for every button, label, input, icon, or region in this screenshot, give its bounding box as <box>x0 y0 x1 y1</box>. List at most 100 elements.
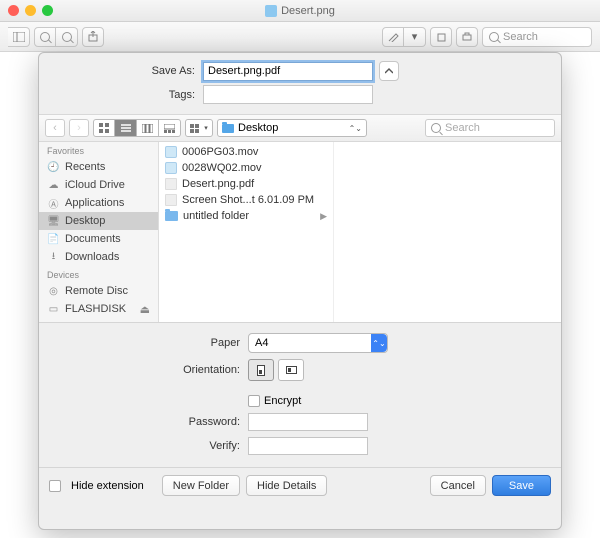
sidebar-section-devices: Devices <box>39 266 158 282</box>
sidebar-section-favorites: Favorites <box>39 142 158 158</box>
sheet-footer: Hide extension New Folder Hide Details C… <box>39 467 561 503</box>
back-button[interactable]: ‹ <box>45 119 65 137</box>
file-row[interactable]: untitled folder ▶ <box>159 208 333 224</box>
disc-icon: ◎ <box>47 286 60 297</box>
verify-input[interactable] <box>248 437 368 455</box>
cancel-button[interactable]: Cancel <box>430 475 486 496</box>
save-as-label: Save As: <box>53 65 203 77</box>
zoom-out-button[interactable] <box>34 27 56 47</box>
hide-details-button[interactable]: Hide Details <box>246 475 327 496</box>
orientation-label: Orientation: <box>53 364 248 376</box>
sidebar-item-flashdisk[interactable]: ▭ FLASHDISK ⏏ <box>39 300 158 318</box>
tags-input[interactable] <box>203 85 373 104</box>
downloads-icon: ⭳ <box>47 252 60 263</box>
password-label: Password: <box>53 416 248 428</box>
desktop-icon: 🖥 <box>47 216 60 227</box>
window-title: Desert.png <box>0 5 600 17</box>
column-view-button[interactable] <box>137 119 159 137</box>
file-name: Desert.png.pdf <box>182 178 254 190</box>
browser-toolbar: ‹ › ▾ Desktop ⌃⌄ Search <box>39 114 561 142</box>
file-row[interactable]: 0028WQ02.mov <box>159 160 333 176</box>
button-label: Save <box>509 480 534 492</box>
file-name: 0006PG03.mov <box>182 146 258 158</box>
preview-window: Desert.png ▾ Search Save As: <box>0 0 600 538</box>
folder-icon <box>165 211 178 221</box>
sidebar-item-downloads[interactable]: ⭳ Downloads <box>39 248 158 266</box>
file-column-empty <box>334 142 561 322</box>
image-icon <box>165 194 177 206</box>
orientation-portrait-button[interactable] <box>248 359 274 381</box>
browser-search[interactable]: Search <box>425 119 555 137</box>
encrypt-label: Encrypt <box>264 395 301 407</box>
collapse-button[interactable] <box>379 61 399 81</box>
rotate-button[interactable] <box>430 27 452 47</box>
sidebar-item-label: Documents <box>65 233 121 245</box>
zoom-in-button[interactable] <box>56 27 78 47</box>
new-folder-button[interactable]: New Folder <box>162 475 240 496</box>
sidebar-item-label: Recents <box>65 161 105 173</box>
file-name: 0028WQ02.mov <box>182 162 261 174</box>
save-sheet: Save As: Tags: ‹ › ▾ Desktop ⌃⌄ <box>38 52 562 530</box>
toolbar-search[interactable]: Search <box>482 27 592 47</box>
file-row[interactable]: Desert.png.pdf <box>159 176 333 192</box>
landscape-icon <box>286 366 297 374</box>
file-name: untitled folder <box>183 210 249 222</box>
encrypt-checkbox[interactable] <box>248 395 260 407</box>
sidebar-toggle-button[interactable] <box>8 27 30 47</box>
sidebar-item-label: Applications <box>65 197 124 209</box>
view-switcher <box>93 119 181 137</box>
button-label: Cancel <box>441 480 475 492</box>
share-button[interactable] <box>82 27 104 47</box>
file-column: 0006PG03.mov 0028WQ02.mov Desert.png.pdf… <box>159 142 334 322</box>
toolbox-button[interactable] <box>456 27 478 47</box>
sidebar-item-label: Remote Disc <box>65 285 128 297</box>
tags-label: Tags: <box>53 89 203 101</box>
sidebar-item-label: FLASHDISK <box>65 303 126 315</box>
sidebar-item-desktop[interactable]: 🖥Desktop <box>39 212 158 230</box>
hide-extension-checkbox[interactable] <box>49 480 61 492</box>
chevron-updown-icon: ⌃⌄ <box>349 124 362 133</box>
magnify-plus-icon <box>62 32 72 42</box>
gallery-view-button[interactable] <box>159 119 181 137</box>
group-by-button[interactable]: ▾ <box>185 119 213 137</box>
portrait-icon <box>257 365 265 376</box>
icon-view-button[interactable] <box>93 119 115 137</box>
markup-menu-button[interactable]: ▾ <box>404 27 426 47</box>
file-row[interactable]: 0006PG03.mov <box>159 144 333 160</box>
file-row[interactable]: Screen Shot...t 6.01.09 PM <box>159 192 333 208</box>
sidebar-item-recents[interactable]: 🕘Recents <box>39 158 158 176</box>
sidebar-item-documents[interactable]: 📄 Documents <box>39 230 158 248</box>
documents-icon: 📄 <box>47 234 60 245</box>
search-icon <box>431 123 441 133</box>
file-browser: Favorites 🕘Recents ☁iCloud Drive Ⓐ Applic… <box>39 142 561 322</box>
sidebar-item-icloud[interactable]: ☁iCloud Drive <box>39 176 158 194</box>
movie-icon <box>165 162 177 174</box>
app-icon: Ⓐ <box>47 198 60 209</box>
verify-label: Verify: <box>53 440 248 452</box>
list-view-button[interactable] <box>115 119 137 137</box>
cloud-icon: ☁ <box>47 180 60 191</box>
paper-select[interactable]: A4 ⌃⌄ <box>248 333 388 353</box>
drive-icon: ▭ <box>47 304 60 315</box>
markup-button[interactable] <box>382 27 404 47</box>
chevron-right-icon: ▶ <box>320 211 327 222</box>
chevron-updown-icon: ⌃⌄ <box>371 334 387 352</box>
forward-button[interactable]: › <box>69 119 89 137</box>
pdf-icon <box>165 178 177 190</box>
folder-icon <box>222 124 234 133</box>
browser-search-placeholder: Search <box>445 122 480 134</box>
sidebar-item-label: Downloads <box>65 251 119 263</box>
window-title-text: Desert.png <box>281 5 335 17</box>
orientation-landscape-button[interactable] <box>278 359 304 381</box>
sidebar: Favorites 🕘Recents ☁iCloud Drive Ⓐ Applic… <box>39 142 159 322</box>
document-icon <box>265 5 277 17</box>
sidebar-item-remotedisc[interactable]: ◎ Remote Disc <box>39 282 158 300</box>
save-button[interactable]: Save <box>492 475 551 496</box>
eject-icon[interactable]: ⏏ <box>140 303 150 316</box>
password-input[interactable] <box>248 413 368 431</box>
file-name: Screen Shot...t 6.01.09 PM <box>182 194 314 206</box>
location-label: Desktop <box>238 122 278 134</box>
save-as-input[interactable] <box>203 62 373 81</box>
sidebar-item-applications[interactable]: Ⓐ Applications <box>39 194 158 212</box>
location-popup[interactable]: Desktop ⌃⌄ <box>217 119 367 137</box>
